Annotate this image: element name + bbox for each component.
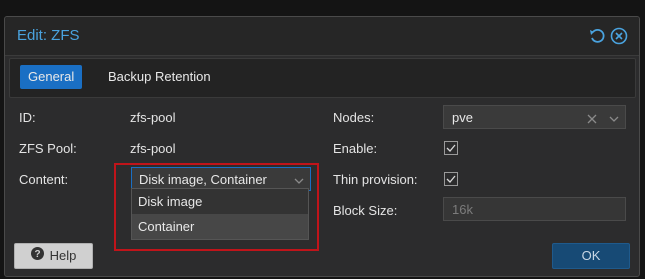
help-icon: ? bbox=[30, 244, 44, 268]
edit-zfs-dialog: Edit: ZFS General Backup Retention ID: z… bbox=[4, 16, 640, 277]
dropdown-option-disk-image[interactable]: Disk image bbox=[132, 189, 308, 214]
zfs-pool-value: zfs-pool bbox=[130, 141, 176, 156]
nodes-select[interactable]: pve bbox=[443, 105, 626, 129]
content-label: Content: bbox=[19, 172, 69, 187]
chevron-down-icon[interactable] bbox=[609, 112, 619, 127]
id-value: zfs-pool bbox=[130, 110, 176, 125]
block-size-placeholder: 16k bbox=[452, 202, 473, 217]
help-button[interactable]: ? Help bbox=[14, 243, 93, 269]
thin-provision-label: Thin provision: bbox=[333, 172, 418, 187]
nodes-select-value: pve bbox=[452, 110, 473, 125]
enable-checkbox[interactable] bbox=[444, 141, 458, 155]
dialog-titlebar: Edit: ZFS bbox=[5, 17, 639, 56]
content-select-value: Disk image, Container bbox=[139, 172, 267, 187]
ok-button[interactable]: OK bbox=[552, 243, 630, 269]
help-button-label: Help bbox=[49, 248, 77, 263]
thin-provision-checkbox[interactable] bbox=[444, 172, 458, 186]
dialog-title: Edit: ZFS bbox=[17, 27, 80, 44]
tab-backup-retention[interactable]: Backup Retention bbox=[100, 65, 219, 89]
zfs-pool-label: ZFS Pool: bbox=[19, 141, 77, 156]
content-dropdown-list: Disk image Container bbox=[131, 188, 309, 240]
ok-button-label: OK bbox=[581, 248, 601, 263]
reset-icon[interactable] bbox=[587, 26, 607, 46]
tab-bar: General Backup Retention bbox=[9, 58, 636, 98]
close-icon[interactable] bbox=[609, 26, 629, 46]
enable-label: Enable: bbox=[333, 141, 378, 156]
tab-general[interactable]: General bbox=[20, 65, 83, 89]
block-size-label: Block Size: bbox=[333, 203, 398, 218]
dropdown-option-container[interactable]: Container bbox=[132, 214, 308, 239]
nodes-label: Nodes: bbox=[333, 110, 375, 125]
clear-icon[interactable] bbox=[587, 112, 597, 127]
id-label: ID: bbox=[19, 110, 36, 125]
chevron-down-icon[interactable] bbox=[294, 174, 304, 189]
svg-text:?: ? bbox=[34, 249, 40, 260]
block-size-input[interactable]: 16k bbox=[443, 197, 626, 221]
